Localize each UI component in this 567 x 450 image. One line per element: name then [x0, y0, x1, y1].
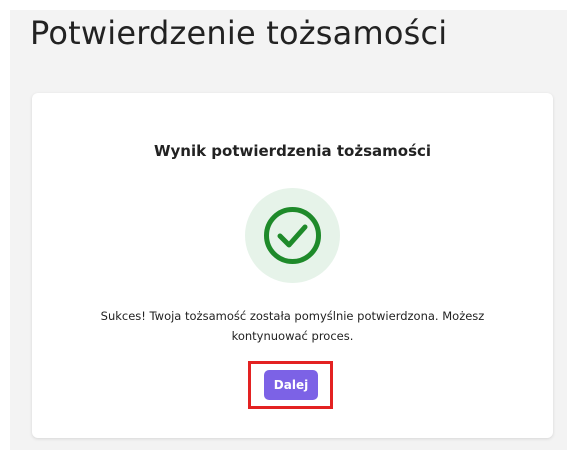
next-button-highlight: Dalej [248, 361, 333, 409]
next-button[interactable]: Dalej [264, 370, 318, 400]
card-title: Wynik potwierdzenia tożsamości [153, 142, 432, 160]
success-status-badge [245, 188, 340, 283]
success-message: Sukces! Twoja tożsamość została pomyślni… [100, 309, 485, 343]
check-circle-icon [264, 207, 321, 264]
verification-result-card: Wynik potwierdzenia tożsamości Sukces! T… [32, 93, 553, 438]
page-title: Potwierdzenie tożsamości [30, 14, 448, 52]
